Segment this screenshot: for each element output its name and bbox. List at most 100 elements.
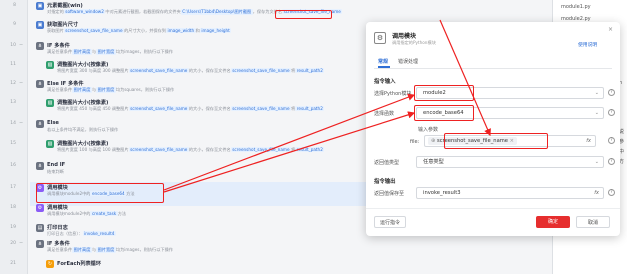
collapse-icon[interactable]: − (19, 42, 23, 48)
description-text: 方法 (117, 211, 127, 216)
close-icon[interactable]: × (608, 26, 613, 33)
chevron-down-icon: ⌄ (594, 110, 599, 116)
highlight-save-path (275, 10, 332, 19)
line-number: 11 (10, 62, 16, 67)
variable-tag: 图片宽度 (96, 247, 116, 253)
step-title[interactable]: Else IF 多条件 (47, 80, 84, 87)
step-title[interactable]: 调整图片大小(按像素) (57, 99, 108, 106)
step-title[interactable]: 获取图片尺寸 (47, 21, 78, 28)
step-title[interactable]: End IF (47, 162, 65, 168)
line-number: 17 (10, 185, 16, 190)
help-icon[interactable]: ? (608, 158, 615, 165)
step-icon: ▤ (36, 224, 44, 232)
description-text: 结束判断 (47, 169, 64, 174)
step-title[interactable]: Else (47, 120, 59, 126)
variable-tag: screenshot_save_file_name (63, 28, 125, 33)
step-icon: ⋔ (36, 240, 44, 248)
module-file-item[interactable]: module1.py (561, 4, 591, 10)
description-text: 获取图片 (47, 28, 64, 33)
help-icon[interactable]: ? (608, 89, 615, 96)
collapse-icon[interactable]: − (19, 240, 23, 246)
tab-general[interactable]: 常规 (378, 58, 388, 65)
line-number: 20 (10, 241, 16, 246)
variable-tag: 图片宽度 (96, 87, 116, 93)
return-save-field[interactable]: invoke_result3 fx (416, 187, 604, 199)
line-number: 9 (13, 22, 16, 27)
description-text: 若以上条件均不满足，则执行以下操作 (47, 127, 119, 132)
step-title[interactable]: 元素截图(win) (47, 2, 83, 9)
step-icon: ↻ (46, 260, 54, 268)
highlight-function-select (414, 105, 474, 121)
variable-tag: result_path2 (295, 147, 325, 152)
return-save-label: 返回值保存至 (374, 191, 405, 197)
step-icon: ▧ (46, 140, 54, 148)
help-icon[interactable]: ? (608, 189, 615, 196)
description-text: 将图片宽度 100 与高度 100 调整图片 (57, 147, 129, 152)
highlight-param-value (444, 133, 548, 149)
description-text: 的大小，保存至文件名 (188, 106, 231, 111)
description-text: 的大小，保存至文件名 (188, 68, 231, 73)
step-title[interactable]: 打印日志 (47, 224, 68, 231)
help-icon[interactable]: ? (608, 109, 615, 116)
step-icon: ⚙ (36, 204, 44, 212)
description-text: 均为squares，则执行以下操作 (115, 87, 175, 92)
dialog-title: 调用模块 (392, 33, 417, 40)
cancel-button[interactable]: 取消 (576, 216, 610, 228)
description-text: 的大小，保存至文件名 (188, 147, 231, 152)
variable-tag: screenshot_save_file_name (230, 147, 292, 152)
variable-tag: screenshot_save_file_name (128, 147, 189, 152)
chevron-down-icon: ⌄ (594, 90, 599, 96)
variable-tag: screenshot_save_file_name (230, 68, 292, 73)
description-text: 调用模块module2中的 (47, 211, 91, 216)
line-number: 14 (10, 121, 16, 126)
step-title[interactable]: 调用模块 (47, 204, 68, 211)
section-output-title: 指令输出 (374, 179, 396, 185)
variable-tag: 图片高度 (72, 87, 92, 93)
step-title[interactable]: ForEach列表循环 (57, 260, 101, 267)
dialog-subtitle: 调用指定的Python模块 (392, 40, 436, 45)
step-title[interactable]: IF 多条件 (47, 240, 70, 247)
description-text: 满足任意条件 (47, 87, 73, 92)
confirm-button[interactable]: 确定 (536, 216, 570, 228)
run-command-button[interactable]: 运行指令 (374, 216, 406, 228)
step-icon: ⋔ (36, 80, 44, 88)
variable-tag: 图片高度 (72, 49, 92, 55)
variable-tag: invoke_result4 (82, 231, 116, 236)
line-number: 8 (13, 3, 16, 8)
variable-tag: image_width (165, 28, 196, 33)
variable-tag: result_path2 (295, 68, 325, 73)
tab-error-handling[interactable]: 错误处理 (398, 58, 418, 65)
description-text: 满足任意条件 (47, 247, 73, 252)
line-gutter (0, 0, 28, 274)
step-title[interactable]: 调整图片大小(按像素) (57, 140, 108, 147)
description-text: 均为images，则执行以下操作 (115, 49, 173, 54)
variable-tag: 图片宽度 (96, 49, 116, 55)
variable-tag: create_task (90, 211, 118, 216)
step-title[interactable]: 调整图片大小(按像素) (57, 61, 108, 68)
step-icon: ▣ (36, 21, 44, 29)
line-number: 18 (10, 205, 16, 210)
variable-tag: screenshot_save_file_name (128, 106, 189, 111)
help-link[interactable]: 使用说明 (578, 41, 597, 48)
section-input-title: 指令输入 (374, 79, 396, 85)
line-number: 12 (10, 81, 16, 86)
description-text: 满足任意条件 (47, 49, 73, 54)
return-type-dropdown[interactable]: 任意类型 ⌄ (416, 156, 604, 168)
variable-tag: C:\Users\T1bb4\Desktop\图片截图 (180, 9, 253, 15)
help-icon[interactable]: ? (608, 137, 615, 144)
description-text: 中对元素进行截图，若截图保存的文件夹 (105, 9, 181, 14)
collapse-icon[interactable]: − (19, 120, 23, 126)
variable-tag: screenshot_save_file_name (230, 106, 292, 111)
variable-tag: software_window2 (63, 9, 106, 14)
line-number: 15 (10, 141, 16, 146)
call-module-dialog: ⚙ 调用模块 调用指定的Python模块 × 使用说明 常规 错误处理 指令输入… (366, 22, 620, 236)
fx-button[interactable]: fx (586, 136, 591, 146)
step-title[interactable]: IF 多条件 (47, 42, 70, 49)
variable-tag: result_path2 (295, 106, 325, 111)
module-icon: ⚙ (374, 32, 386, 44)
fx-button[interactable]: fx (594, 188, 599, 198)
chevron-down-icon: ⌄ (594, 159, 599, 165)
collapse-icon[interactable]: − (19, 80, 23, 86)
step-icon: ⋔ (36, 120, 44, 128)
tabs-divider (374, 68, 612, 69)
